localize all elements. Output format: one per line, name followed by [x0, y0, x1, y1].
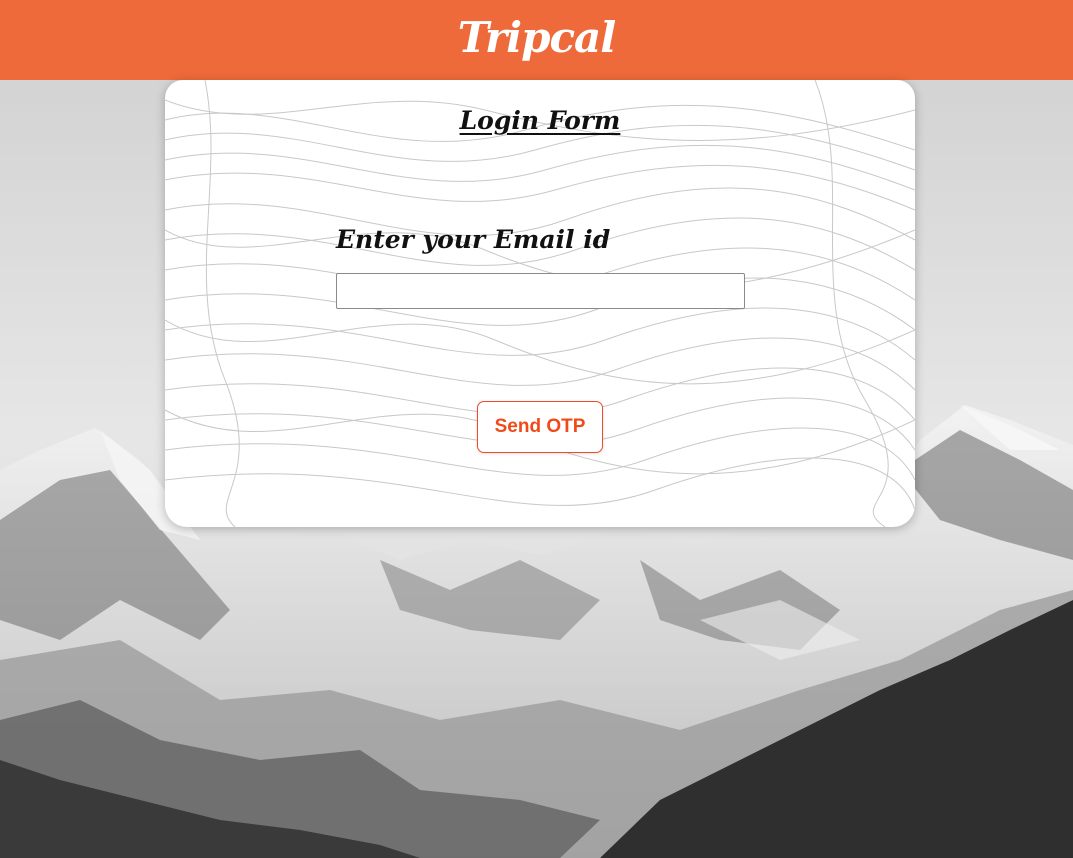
send-otp-button[interactable]: Send OTP [477, 401, 603, 453]
login-card: Login Form Enter your Email id Send OTP [165, 80, 915, 527]
email-label: Enter your Email id [336, 225, 611, 254]
brand-logo-text: Tripcal [457, 13, 616, 62]
form-title: Login Form [459, 106, 621, 135]
header-bar: Tripcal [0, 0, 1073, 80]
email-field[interactable] [336, 273, 745, 309]
